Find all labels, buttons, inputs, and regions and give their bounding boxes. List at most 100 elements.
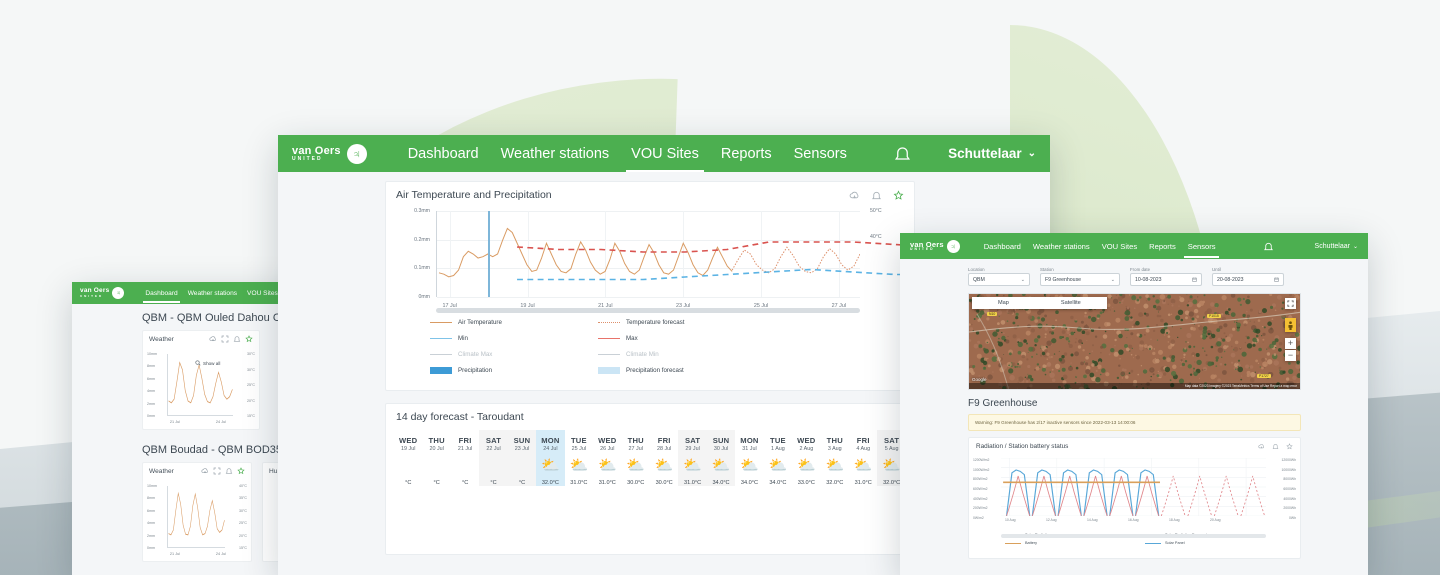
- forecast-day-column[interactable]: THU 20 Jul °C: [422, 430, 450, 486]
- mini-y-tick-right: 40°C: [238, 484, 247, 488]
- download-cloud-icon[interactable]: [1258, 443, 1265, 450]
- chevron-down-icon[interactable]: ⌄: [1111, 277, 1115, 283]
- radiation-legend-item[interactable]: Solar Panel: [1145, 541, 1285, 545]
- forecast-day-column[interactable]: SAT 29 Jul ⛅ 31.0°C: [678, 430, 707, 486]
- filter-input[interactable]: 20-08-2023: [1212, 273, 1284, 286]
- user-menu[interactable]: Schuttelaar ⌄: [948, 146, 1036, 161]
- star-icon[interactable]: [245, 335, 253, 343]
- forecast-day-column[interactable]: FRI 4 Aug ⛅ 31.0°C: [849, 430, 877, 486]
- forecast-day-column[interactable]: THU 3 Aug ⛅ 32.0°C: [821, 430, 849, 486]
- radiation-legend-item[interactable]: Battery: [1005, 541, 1145, 545]
- star-icon[interactable]: [237, 467, 245, 475]
- legend-item[interactable]: Climate Max: [430, 351, 598, 358]
- bell-icon[interactable]: [233, 335, 241, 343]
- legend-item[interactable]: Temperature forecast: [598, 319, 766, 326]
- no-icon: [451, 452, 479, 478]
- nav-item-weather-stations[interactable]: Weather stations: [490, 136, 621, 172]
- legend-item[interactable]: Max: [598, 335, 766, 342]
- expand-icon[interactable]: [213, 467, 221, 475]
- brand-line-2: UNITED: [80, 293, 104, 298]
- forecast-day-column[interactable]: MON 31 Jul ⛅ 34.0°C: [735, 430, 763, 486]
- forecast-day-column[interactable]: WED 26 Jul ⛅ 31.0°C: [593, 430, 621, 486]
- legend-item[interactable]: Min: [430, 335, 598, 342]
- legend-item[interactable]: Precipitation: [430, 367, 598, 374]
- chart-scrollbar[interactable]: [436, 308, 860, 313]
- bell-icon[interactable]: [1272, 443, 1279, 450]
- nav-item-sensors[interactable]: Sensors: [1182, 235, 1222, 258]
- sun-behind-cloud-icon: ⛅: [541, 457, 560, 474]
- nav-item-weather-stations[interactable]: Weather stations: [1027, 235, 1096, 258]
- star-icon[interactable]: [1286, 442, 1293, 450]
- nav-item-vou-sites[interactable]: VOU Sites: [242, 284, 283, 303]
- brand-logo[interactable]: van Oers UNITED ♃: [910, 239, 960, 253]
- map-tab-map[interactable]: Map: [972, 297, 1035, 309]
- calendar-icon[interactable]: [1274, 277, 1279, 282]
- filter-input[interactable]: F9 Greenhouse ⌄: [1040, 273, 1120, 286]
- forecast-day-column[interactable]: WED 2 Aug ⛅ 33.0°C: [792, 430, 820, 486]
- download-cloud-icon[interactable]: [849, 190, 860, 201]
- nav-item-dashboard[interactable]: Dashboard: [978, 235, 1027, 258]
- radiation-y-tick-right: 10000Wh: [1281, 467, 1296, 472]
- nav-item-weather-stations[interactable]: Weather stations: [183, 284, 242, 303]
- brand-logo[interactable]: van Oers UNITED ♃: [80, 287, 125, 299]
- show-all-tooltip[interactable]: Show all: [195, 360, 220, 366]
- sensors-window: van Oers UNITED ♃ Dashboard Weather stat…: [900, 233, 1368, 575]
- map-zoom-in-button[interactable]: +: [1285, 338, 1296, 349]
- forecast-temperature: 31.0°C: [854, 480, 872, 486]
- nav-item-dashboard[interactable]: Dashboard: [140, 284, 182, 303]
- radiation-chart-scrollbar[interactable]: [1001, 534, 1266, 538]
- legend-item[interactable]: Climate Min: [598, 351, 766, 358]
- nav-item-sensors[interactable]: Sensors: [783, 136, 858, 172]
- nav-item-dashboard[interactable]: Dashboard: [397, 136, 490, 172]
- forecast-day-column[interactable]: FRI 21 Jul °C: [451, 430, 479, 486]
- forecast-day-column[interactable]: WED 19 Jul °C: [394, 430, 422, 486]
- star-icon[interactable]: [893, 189, 904, 201]
- user-menu[interactable]: Schuttelaar ⌄: [1315, 243, 1358, 250]
- expand-icon[interactable]: [221, 335, 229, 343]
- filter-label: Until: [1212, 267, 1221, 272]
- download-cloud-icon[interactable]: [209, 335, 217, 343]
- legend-item[interactable]: Precipitation forecast: [598, 367, 766, 374]
- forecast-day-column[interactable]: THU 27 Jul ⛅ 30.0°C: [622, 430, 650, 486]
- forecast-day-column[interactable]: TUE 25 Jul ⛅ 31.0°C: [565, 430, 593, 486]
- filter-input[interactable]: QBM ⌄: [968, 273, 1030, 286]
- nav-item-reports[interactable]: Reports: [710, 136, 783, 172]
- map-tab-satellite[interactable]: Satellite: [1035, 297, 1107, 309]
- weather-card-2-header: Weather: [143, 463, 251, 479]
- globe-icon: ♃: [346, 143, 367, 164]
- download-cloud-icon[interactable]: [201, 467, 209, 475]
- notification-bell-button[interactable]: [893, 144, 912, 163]
- filter-input[interactable]: 10-08-2023: [1130, 273, 1202, 286]
- radiation-y-tick-right: 2000Wh: [1283, 506, 1296, 511]
- nav-item-vou-sites[interactable]: VOU Sites: [1096, 235, 1143, 258]
- forecast-day-column[interactable]: MON 24 Jul ⛅ 32.0°C: [536, 430, 565, 486]
- calendar-icon[interactable]: [1192, 277, 1197, 282]
- forecast-day-column[interactable]: SUN 23 Jul °C: [507, 430, 537, 486]
- search-icon: [195, 360, 201, 366]
- brand-logo[interactable]: van Oers UNITED ♃: [292, 143, 367, 164]
- forecast-weekday: TUE: [570, 436, 587, 445]
- bell-icon[interactable]: [871, 190, 882, 201]
- fullscreen-icon[interactable]: [1285, 298, 1296, 309]
- forecast-day-column[interactable]: TUE 1 Aug ⛅ 34.0°C: [764, 430, 792, 486]
- forecast-day-column[interactable]: SUN 30 Jul ⛅ 34.0°C: [706, 430, 736, 486]
- legend-swatch: [430, 338, 452, 339]
- bell-icon[interactable]: [225, 467, 233, 475]
- mini-plot-area: [167, 486, 225, 548]
- notification-bell-button[interactable]: [1263, 241, 1274, 252]
- globe-icon: ♃: [112, 287, 125, 299]
- no-icon: [508, 452, 536, 478]
- mini-y-tick-left: 4mm: [147, 521, 155, 526]
- forecast-day-column[interactable]: SAT 22 Jul °C: [479, 430, 508, 486]
- street-view-icon[interactable]: [1285, 318, 1296, 332]
- map-widget[interactable]: N10 P1015 P1727 Map Satellite + − Google M…: [968, 293, 1301, 390]
- nav-item-reports[interactable]: Reports: [1143, 235, 1182, 258]
- chevron-down-icon[interactable]: ⌄: [1021, 277, 1025, 283]
- forecast-temperature: °C: [405, 480, 412, 486]
- forecast-day-column[interactable]: FRI 28 Jul ⛅ 30.0°C: [650, 430, 678, 486]
- mini-y-tick-left: 8mm: [147, 364, 155, 369]
- legend-item[interactable]: Air Temperature: [430, 319, 598, 326]
- radiation-plot: 1200W/m2 1000W/m2 800W/m2 600W/m2 400W/m2 200…: [973, 456, 1296, 538]
- nav-item-vou-sites[interactable]: VOU Sites: [620, 136, 710, 172]
- map-zoom-out-button[interactable]: −: [1285, 350, 1296, 361]
